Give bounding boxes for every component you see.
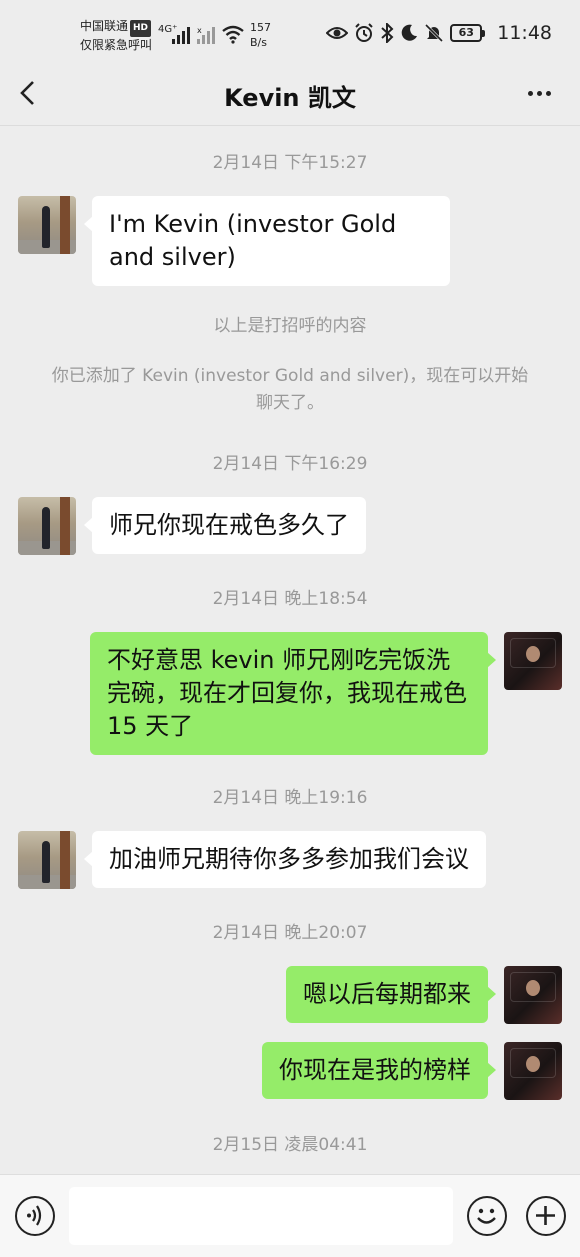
message-incoming[interactable]: 师兄你现在戒色多久了 [84, 497, 366, 554]
chat-title: Kevin 凯文 [224, 84, 356, 112]
signal-icon [172, 26, 194, 48]
avatar[interactable] [504, 632, 562, 690]
chat-header: Kevin 凯文 [0, 64, 580, 126]
network-speed: 157 B/s [250, 20, 271, 50]
mute-icon [424, 23, 444, 43]
avatar[interactable] [504, 966, 562, 1024]
more-button[interactable] [524, 78, 554, 108]
status-bar: 中国联通 HD 仅限紧急呼叫 4G⁺ x 157 B/s 63 11:48 [0, 0, 580, 64]
timestamp: 2月14日 晚上19:16 [212, 788, 368, 808]
emoji-icon [477, 1208, 496, 1224]
system-message: 你已添加了 Kevin (investor Gold and silver)，现… [51, 366, 529, 413]
battery-level: 63 [450, 24, 483, 42]
message-incoming[interactable]: I'm Kevin (investor Gold and silver) [84, 196, 450, 286]
voice-icon [27, 1205, 42, 1226]
message-outgoing[interactable]: 不好意思 kevin 师兄刚吃完饭洗完碗，现在才回复你，我现在戒色15 天了 [90, 632, 496, 755]
wifi-icon [221, 24, 245, 48]
message-outgoing[interactable]: 嗯以后每期都来 [286, 966, 496, 1023]
alarm-icon [354, 23, 374, 43]
emergency-text: 仅限紧急呼叫 [80, 38, 153, 52]
status-right: 63 11:48 [326, 22, 552, 44]
timestamp: 2月14日 下午15:27 [212, 153, 368, 173]
timestamp: 2月14日 下午16:29 [212, 454, 368, 474]
avatar[interactable] [18, 196, 76, 254]
emoji-button[interactable] [467, 1196, 507, 1236]
moon-icon [400, 24, 418, 42]
input-bar [0, 1174, 580, 1257]
timestamp: 2月14日 晚上20:07 [212, 923, 368, 943]
message-outgoing[interactable]: 你现在是我的榜样 [262, 1042, 496, 1099]
timestamp: 2月14日 晚上18:54 [212, 589, 368, 609]
chat-area[interactable]: 2月14日 下午15:27 I'm Kevin (investor Gold a… [0, 127, 580, 1174]
avatar[interactable] [504, 1042, 562, 1100]
eye-icon [326, 25, 349, 41]
avatar[interactable] [18, 497, 76, 555]
system-message: 以上是打招呼的内容 [213, 316, 367, 336]
speed-unit: B/s [250, 36, 267, 49]
more-dots-icon [527, 90, 533, 96]
clock: 11:48 [497, 22, 552, 44]
voice-button[interactable] [15, 1196, 55, 1236]
speed-value: 157 [250, 21, 271, 34]
signal-2-icon: x [197, 26, 219, 48]
message-input[interactable] [69, 1187, 453, 1245]
timestamp: 2月15日 凌晨04:41 [212, 1135, 368, 1155]
hd-badge: HD [130, 20, 152, 37]
svg-text:x: x [197, 26, 202, 35]
carrier-info: 中国联通 HD 仅限紧急呼叫 [80, 18, 152, 54]
message-incoming[interactable]: 加油师兄期待你多多参加我们会议 [84, 831, 486, 888]
plus-icon [536, 1206, 555, 1225]
battery-icon: 63 [450, 24, 486, 42]
plus-button[interactable] [526, 1196, 566, 1236]
carrier-name: 中国联通 [80, 19, 129, 33]
avatar[interactable] [18, 831, 76, 889]
bluetooth-icon [380, 23, 394, 43]
